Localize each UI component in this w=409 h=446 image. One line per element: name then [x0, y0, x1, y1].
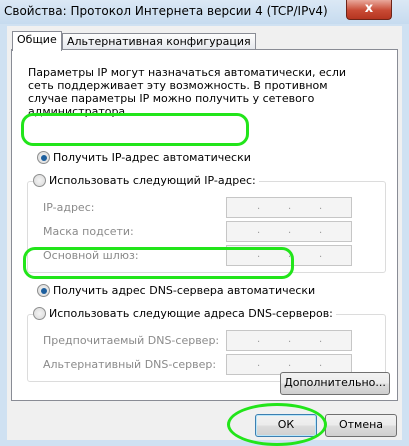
- window-title: Свойства: Протокол Интернета версии 4 (T…: [4, 4, 328, 18]
- default-gateway-label: Основной шлюз:: [43, 249, 139, 262]
- dialog-body: Общие Альтернативная конфигурация Параме…: [7, 26, 402, 446]
- preferred-dns-input[interactable]: . . .: [226, 330, 352, 351]
- radio-dns-auto-label: Получить адрес DNS-сервера автоматически: [53, 284, 316, 297]
- title-bar: Свойства: Протокол Интернета версии 4 (T…: [0, 0, 409, 24]
- ok-button[interactable]: ОК: [255, 414, 317, 437]
- preferred-dns-label: Предпочитаемый DNS-сервер:: [43, 334, 220, 347]
- radio-ip-auto-indicator: [37, 151, 50, 164]
- description-text: Параметры IP могут назначаться автоматич…: [28, 66, 347, 118]
- radio-dns-auto[interactable]: Получить адрес DNS-сервера автоматически: [37, 284, 315, 297]
- tab-general-label: Общие: [17, 33, 57, 46]
- radio-dns-manual[interactable]: Использовать следующие адреса DNS-сервер…: [33, 307, 336, 320]
- tab-alternate-config-label: Альтернативная конфигурация: [67, 35, 251, 48]
- alternate-dns-label: Альтернативный DNS-сервер:: [43, 358, 217, 371]
- radio-ip-manual-label: Использовать следующий IP-адрес:: [49, 174, 256, 187]
- subnet-mask-input[interactable]: . . .: [226, 221, 352, 242]
- radio-ip-auto[interactable]: Получить IP-адрес автоматически: [37, 151, 251, 164]
- radio-ip-manual[interactable]: Использовать следующий IP-адрес:: [33, 174, 259, 187]
- ip-address-label: IP-адрес:: [43, 201, 95, 214]
- tab-general[interactable]: Общие: [12, 31, 62, 51]
- tab-alternate-config[interactable]: Альтернативная конфигурация: [62, 33, 256, 50]
- close-button[interactable]: x: [346, 0, 392, 20]
- radio-dns-manual-label: Использовать следующие адреса DNS-сервер…: [49, 307, 333, 320]
- general-tab-panel: Параметры IP могут назначаться автоматич…: [11, 49, 398, 401]
- default-gateway-input[interactable]: . . .: [226, 245, 352, 266]
- subnet-mask-label: Маска подсети:: [43, 225, 134, 238]
- close-icon: x: [364, 1, 374, 16]
- ip-address-input[interactable]: . . .: [226, 197, 352, 218]
- radio-dns-manual-indicator: [33, 307, 46, 320]
- cancel-button[interactable]: Отмена: [325, 414, 397, 437]
- advanced-button[interactable]: Дополнительно...: [280, 372, 390, 395]
- radio-dns-auto-indicator: [37, 284, 50, 297]
- ip-manual-group: IP-адрес: . . . Маска подсети: . . . Осн…: [27, 181, 386, 273]
- radio-ip-manual-indicator: [33, 174, 46, 187]
- radio-ip-auto-label: Получить IP-адрес автоматически: [53, 151, 251, 164]
